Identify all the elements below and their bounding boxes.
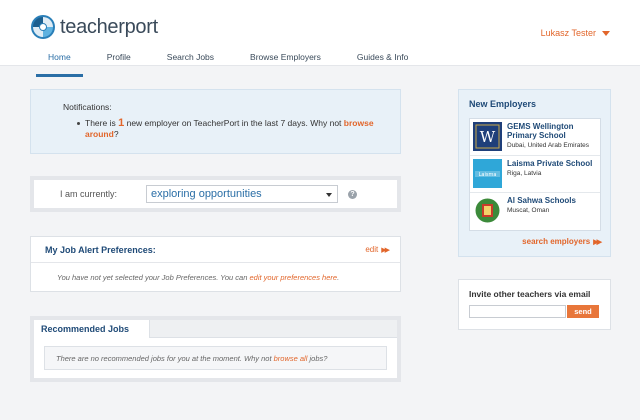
double-chevron-right-icon: ▶▶ bbox=[593, 238, 602, 246]
list-item[interactable]: Laisma Laisma Private School Riga, Latvi… bbox=[470, 156, 600, 193]
help-icon[interactable]: ? bbox=[348, 189, 357, 199]
logo-text: teacherport bbox=[60, 15, 158, 38]
new-employers-title: New Employers bbox=[469, 99, 537, 109]
list-item[interactable]: W GEMS Wellington Primary School Dubai, … bbox=[470, 119, 600, 156]
nav-search-jobs[interactable]: Search Jobs bbox=[167, 52, 214, 67]
al-sahwa-crest-icon bbox=[473, 196, 502, 225]
notification-count: 1 bbox=[118, 117, 125, 129]
double-chevron-right-icon: ▶▶ bbox=[381, 246, 390, 254]
employer-name: GEMS Wellington Primary School bbox=[507, 122, 574, 140]
job-alert-title: My Job Alert Preferences: bbox=[45, 244, 156, 255]
job-alert-panel: My Job Alert Preferences: edit ▶▶ You ha… bbox=[30, 236, 401, 292]
employer-name: Al Sahwa Schools bbox=[507, 196, 576, 205]
logo[interactable]: teacherport bbox=[30, 14, 158, 40]
edit-label: edit bbox=[365, 245, 379, 254]
recommended-empty-message: There are no recommended jobs for you at… bbox=[44, 346, 387, 370]
employer-location: Muscat, Oman bbox=[507, 207, 550, 214]
invite-panel: Invite other teachers via email send bbox=[458, 279, 611, 330]
job-alert-message: You have not yet selected your Job Prefe… bbox=[31, 263, 400, 282]
site-header: teacherport Lukasz Tester Home Profile S… bbox=[0, 0, 640, 77]
notification-text-start: There is bbox=[85, 118, 116, 128]
notification-text-end: ? bbox=[113, 129, 119, 139]
status-select[interactable]: exploring opportunities bbox=[146, 185, 338, 203]
nav-browse-employers[interactable]: Browse Employers bbox=[250, 52, 321, 67]
employer-location: Dubai, United Arab Emirates bbox=[507, 142, 590, 149]
notifications-panel: Notifications: There is 1 new employer o… bbox=[30, 89, 401, 154]
send-button[interactable]: send bbox=[567, 305, 599, 318]
search-employers-link[interactable]: search employers ▶▶ bbox=[522, 237, 602, 246]
notification-text: There is 1 new employer on TeacherPort i… bbox=[85, 118, 400, 140]
bullet-icon bbox=[77, 122, 80, 125]
chevron-down-icon bbox=[602, 30, 610, 36]
invite-form: send bbox=[469, 305, 599, 318]
tab-recommended-jobs[interactable]: Recommended Jobs bbox=[34, 320, 150, 339]
laisma-logo-icon: Laisma bbox=[473, 159, 502, 188]
search-employers-label: search employers bbox=[522, 237, 591, 246]
recommended-text: There are no recommended jobs for you at… bbox=[56, 354, 272, 363]
status-label: I am currently: bbox=[60, 189, 118, 199]
notification-text-middle: new employer on TeacherPort in the last … bbox=[126, 118, 342, 128]
svg-text:Laisma: Laisma bbox=[479, 172, 497, 178]
invite-title: Invite other teachers via email bbox=[469, 289, 591, 299]
list-item[interactable]: Al Sahwa Schools Muscat, Oman bbox=[470, 193, 600, 230]
nav-guides-info[interactable]: Guides & Info bbox=[357, 52, 409, 67]
chevron-down-icon bbox=[326, 193, 332, 197]
nav-home[interactable]: Home bbox=[36, 52, 83, 77]
nav-profile[interactable]: Profile bbox=[107, 52, 131, 67]
employer-location: Riga, Latvia bbox=[507, 170, 542, 177]
recommended-text-end: jobs? bbox=[309, 354, 328, 363]
employer-list: W GEMS Wellington Primary School Dubai, … bbox=[469, 118, 601, 231]
new-employers-panel: New Employers W GEMS Wellington Primary … bbox=[458, 89, 611, 257]
browse-all-link[interactable]: browse all bbox=[274, 354, 308, 363]
notification-item: There is 1 new employer on TeacherPort i… bbox=[63, 118, 400, 140]
user-menu[interactable]: Lukasz Tester bbox=[541, 28, 610, 38]
recommended-tabs: Recommended Jobs bbox=[34, 320, 397, 339]
user-name: Lukasz Tester bbox=[540, 28, 596, 38]
gems-crest-icon: W bbox=[473, 122, 502, 151]
main-nav: Home Profile Search Jobs Browse Employer… bbox=[36, 52, 444, 77]
edit-preferences-link[interactable]: edit your preferences here bbox=[250, 273, 338, 282]
employer-name: Laisma Private School bbox=[507, 159, 593, 168]
svg-text:W: W bbox=[480, 128, 496, 146]
job-alert-text: You have not yet selected your Job Prefe… bbox=[57, 273, 248, 282]
edit-preferences-button[interactable]: edit ▶▶ bbox=[365, 245, 390, 254]
recommended-jobs-panel: Recommended Jobs There are no recommende… bbox=[30, 316, 401, 382]
status-selected-value: exploring opportunities bbox=[151, 188, 262, 200]
job-alert-header: My Job Alert Preferences: edit ▶▶ bbox=[31, 237, 400, 263]
notifications-title: Notifications: bbox=[63, 102, 112, 112]
status-panel: I am currently: exploring opportunities … bbox=[30, 176, 401, 212]
invite-email-input[interactable] bbox=[469, 305, 566, 318]
logo-mark-icon bbox=[31, 15, 55, 39]
job-alert-text-end: . bbox=[337, 273, 340, 282]
